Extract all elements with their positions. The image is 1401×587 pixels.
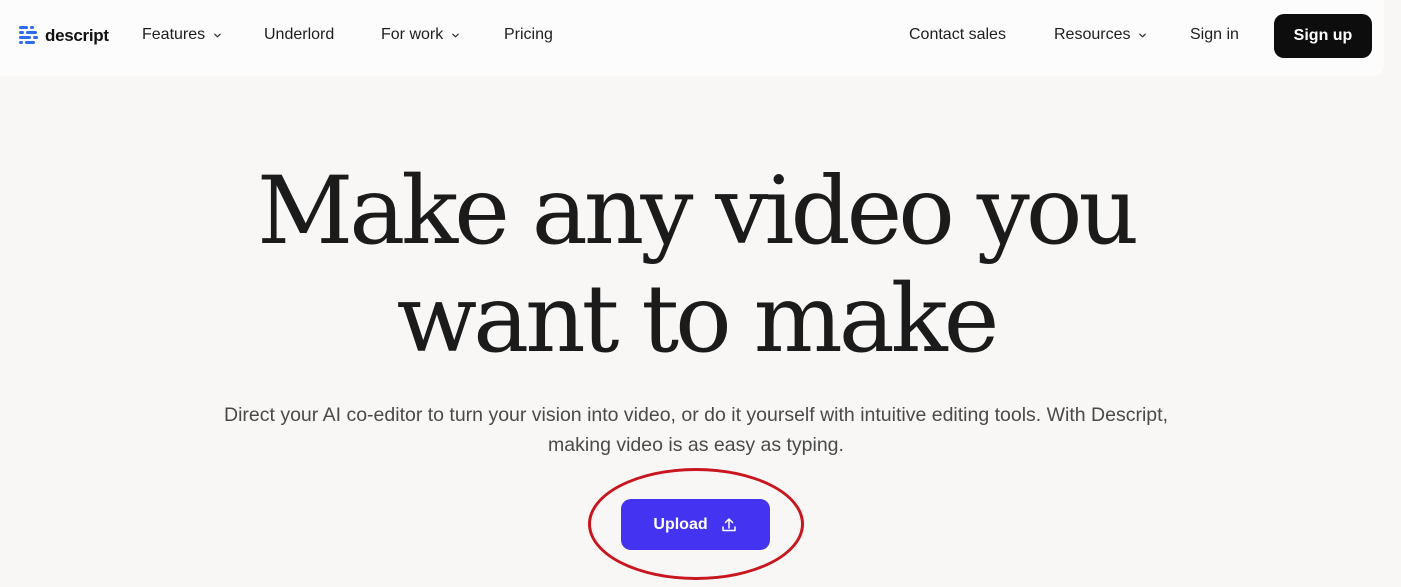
nav-resources[interactable]: Resources bbox=[1054, 26, 1147, 44]
nav-underlord-label: Underlord bbox=[264, 26, 335, 43]
sign-up-button[interactable]: Sign up bbox=[1274, 14, 1372, 58]
chevron-down-icon bbox=[452, 33, 460, 37]
nav-contact-sales-label: Contact sales bbox=[909, 26, 1006, 43]
nav-pricing[interactable]: Pricing bbox=[504, 26, 553, 44]
upload-button[interactable]: Upload bbox=[621, 499, 770, 550]
top-nav: descript Features Underlord For work Pri… bbox=[0, 0, 1384, 76]
hero-title: Make any video you want to make bbox=[0, 158, 1392, 374]
upload-button-label: Upload bbox=[653, 515, 708, 533]
nav-sign-in[interactable]: Sign in bbox=[1190, 26, 1239, 44]
descript-logo-icon bbox=[19, 26, 38, 44]
nav-resources-label: Resources bbox=[1054, 26, 1131, 43]
chevron-down-icon bbox=[1139, 33, 1147, 37]
brand-name: descript bbox=[45, 26, 109, 45]
nav-for-work[interactable]: For work bbox=[381, 26, 460, 44]
nav-pricing-label: Pricing bbox=[504, 26, 553, 43]
nav-underlord[interactable]: Underlord bbox=[264, 26, 334, 44]
nav-sign-in-label: Sign in bbox=[1190, 26, 1239, 43]
hero-title-line-2: want to make bbox=[396, 265, 1000, 374]
nav-features-label: Features bbox=[142, 26, 206, 43]
chevron-down-icon bbox=[214, 33, 221, 37]
descript-logo[interactable]: descript bbox=[19, 24, 109, 48]
nav-for-work-label: For work bbox=[381, 26, 444, 43]
nav-contact-sales[interactable]: Contact sales bbox=[909, 26, 1006, 44]
upload-icon bbox=[721, 517, 736, 531]
hero-subtitle: Direct your AI co-editor to turn your vi… bbox=[224, 404, 1168, 456]
nav-features[interactable]: Features bbox=[142, 26, 222, 44]
hero-title-line-1: Make any video you bbox=[256, 157, 1139, 266]
